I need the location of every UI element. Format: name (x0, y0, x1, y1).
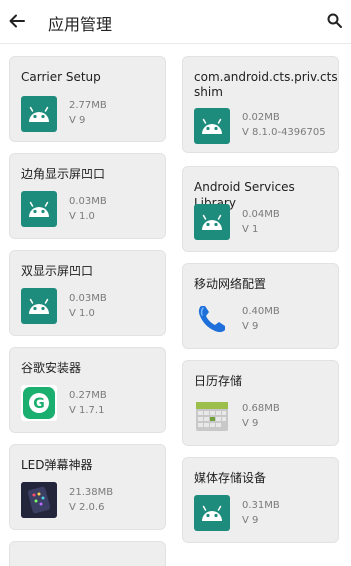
app-size: 0.27MB (69, 390, 107, 401)
app-name: 谷歌安装器 (21, 361, 82, 375)
app-size: 0.68MB (242, 403, 280, 414)
app-name: 媒体存储设备 (194, 471, 267, 485)
app-card-cts-shim[interactable]: com.android.cts.priv.cts shim 0.02MB V 8… (182, 56, 339, 153)
page-title: 应用管理 (48, 15, 113, 34)
back-arrow-icon (9, 14, 25, 28)
app-version: V 8.1.0-4396705 (242, 127, 326, 138)
app-version: V 9 (242, 321, 259, 332)
android-icon (21, 191, 57, 227)
app-size: 0.03MB (69, 196, 107, 207)
search-button[interactable] (325, 11, 343, 29)
app-card-corner-notch[interactable]: 边角显示屏凹口 0.03MB V 1.0 (9, 153, 166, 239)
app-size: 21.38MB (69, 487, 114, 498)
app-name: LED弹幕神器 (21, 458, 93, 472)
app-size: 0.31MB (242, 500, 280, 511)
app-version: V 9 (69, 115, 86, 126)
app-size: 0.04MB (242, 209, 280, 220)
app-name-line2: shim (194, 85, 223, 99)
svg-text:G: G (33, 396, 45, 412)
google-installer-icon: G (21, 385, 57, 421)
app-name: 边角显示屏凹口 (21, 167, 106, 181)
android-icon (194, 108, 230, 144)
app-card-led-marquee[interactable]: LED弹幕神器 21.38MB V 2.0.6 (9, 444, 166, 530)
app-name: 移动网络配置 (194, 277, 267, 291)
app-size: 0.02MB (242, 112, 280, 123)
app-version: V 1.0 (69, 211, 95, 222)
app-bar: 应用管理 (0, 0, 351, 44)
calendar-icon (194, 398, 230, 434)
app-card-calendar-storage[interactable]: 日历存储 0.68MB V 9 (182, 360, 339, 446)
search-icon (327, 13, 342, 28)
android-icon (194, 495, 230, 531)
app-card-double-notch[interactable]: 双显示屏凹口 0.03MB V 1.0 (9, 250, 166, 336)
app-name: Carrier Setup (21, 70, 101, 84)
app-card-partial[interactable] (9, 541, 166, 566)
app-size: 0.40MB (242, 306, 280, 317)
app-card-android-services-library[interactable]: Android Services Library 0.04MB V 1 (182, 166, 339, 252)
app-name: 双显示屏凹口 (21, 264, 94, 278)
led-marquee-icon (21, 482, 57, 518)
back-button[interactable] (6, 10, 28, 32)
app-name: 日历存储 (194, 374, 243, 388)
app-size: 2.77MB (69, 100, 107, 111)
app-version: V 1.7.1 (69, 405, 105, 416)
app-size: 0.03MB (69, 293, 107, 304)
app-version: V 2.0.6 (69, 502, 105, 513)
phone-icon (194, 301, 230, 337)
app-version: V 1 (242, 224, 259, 235)
app-version: V 9 (242, 515, 259, 526)
app-card-media-storage[interactable]: 媒体存储设备 0.31MB V 9 (182, 457, 339, 543)
header-divider (0, 43, 351, 44)
app-name-line1: com.android.cts.priv.cts (194, 70, 338, 84)
android-icon (21, 288, 57, 324)
android-icon (194, 204, 230, 240)
app-card-google-installer[interactable]: 谷歌安装器 G 0.27MB V 1.7.1 (9, 347, 166, 433)
app-card-carrier-setup[interactable]: Carrier Setup 2.77MB V 9 (9, 56, 166, 142)
app-card-mobile-network-config[interactable]: 移动网络配置 0.40MB V 9 (182, 263, 339, 349)
app-version: V 9 (242, 418, 259, 429)
app-version: V 1.0 (69, 308, 95, 319)
android-icon (21, 96, 57, 132)
